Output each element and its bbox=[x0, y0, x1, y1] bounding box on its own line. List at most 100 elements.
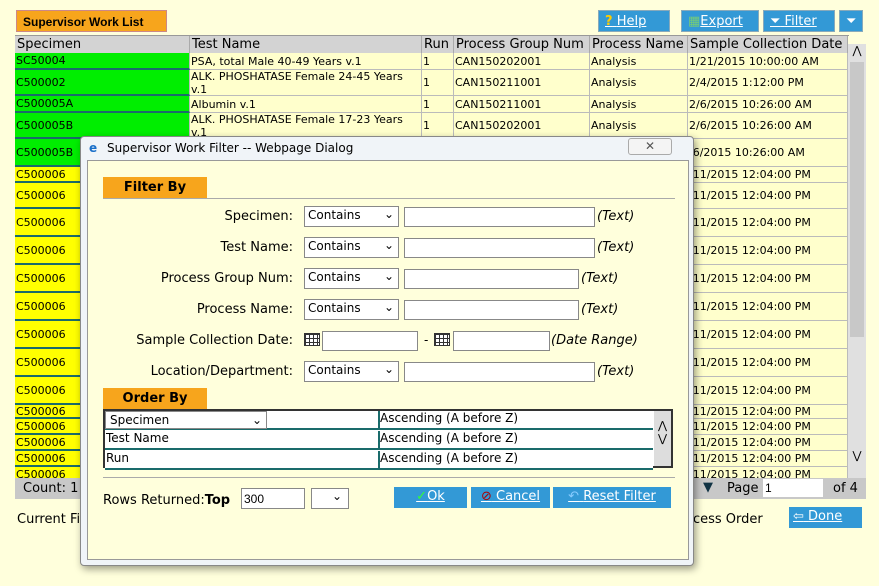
quick-filter-button[interactable]: ⏷ bbox=[839, 10, 863, 32]
column-header[interactable]: Sample Collection Date bbox=[688, 36, 848, 53]
specimen-cell[interactable]: C500002 bbox=[15, 70, 190, 96]
column-header[interactable]: Specimen bbox=[15, 36, 190, 53]
date-from-input[interactable] bbox=[322, 331, 418, 351]
field-label: Process Name: bbox=[196, 302, 293, 317]
cancel-button[interactable]: ⊘ Cancel bbox=[471, 487, 550, 508]
chevron-down-icon: ⌄ bbox=[383, 362, 394, 376]
field-label: Specimen: bbox=[224, 209, 293, 224]
field-hint: (Text) bbox=[597, 364, 635, 379]
calendar-icon[interactable] bbox=[434, 333, 450, 346]
operator-select[interactable]: Contains ⌄ bbox=[304, 299, 399, 320]
page-dropdown-icon[interactable]: ▼ bbox=[703, 480, 713, 495]
specimen-cell[interactable]: SC50004 bbox=[15, 53, 190, 70]
table-cell: /11/2015 12:04:00 PM bbox=[688, 467, 848, 478]
table-cell: Analysis bbox=[590, 53, 688, 70]
scroll-down-icon[interactable]: ⋁ bbox=[654, 432, 671, 445]
export-label: Export bbox=[700, 14, 743, 29]
table-cell: CAN150211001 bbox=[454, 96, 590, 113]
help-icon: ? bbox=[605, 14, 613, 29]
page-input[interactable] bbox=[763, 479, 823, 497]
table-cell: /11/2015 12:04:00 PM bbox=[688, 405, 848, 419]
close-icon: ✕ bbox=[644, 139, 656, 153]
funnel-icon: ⏷ bbox=[846, 14, 857, 29]
table-cell: 1/21/2015 10:00:00 AM bbox=[688, 53, 848, 70]
scroll-up-icon[interactable]: ⋀ bbox=[654, 419, 671, 432]
back-arrow-icon: ⇦ bbox=[793, 509, 804, 524]
filter-input[interactable] bbox=[404, 300, 579, 320]
table-cell: Analysis bbox=[590, 70, 688, 96]
table-cell: CAN150211001 bbox=[454, 70, 590, 96]
filter-input[interactable] bbox=[404, 207, 595, 227]
table-cell: /11/2015 12:04:00 PM bbox=[688, 435, 848, 451]
table-cell: /11/2015 12:04:00 PM bbox=[688, 265, 848, 293]
divider bbox=[103, 198, 675, 199]
filter-input[interactable] bbox=[404, 362, 595, 382]
field-label: Sample Collection Date: bbox=[136, 333, 293, 348]
close-button[interactable]: ✕ bbox=[628, 138, 672, 155]
operator-select[interactable]: Contains ⌄ bbox=[304, 268, 399, 289]
reset-filter-button[interactable]: ↶ Reset Filter bbox=[553, 487, 671, 508]
operator-select[interactable]: Contains ⌄ bbox=[304, 361, 399, 382]
export-button[interactable]: ▦Export bbox=[681, 10, 759, 32]
table-cell: /11/2015 12:04:00 PM bbox=[688, 349, 848, 377]
column-header[interactable]: Process Group Num bbox=[454, 36, 590, 53]
order-field-select[interactable]: Specimen ⌄ bbox=[105, 411, 267, 429]
chevron-down-icon: ⌄ bbox=[331, 489, 342, 503]
order-scrollbar[interactable]: ⋀ ⋁ bbox=[654, 411, 671, 466]
cancel-label: Cancel bbox=[496, 489, 541, 504]
field-label: Process Group Num: bbox=[160, 271, 293, 286]
table-cell: Albumin v.1 bbox=[190, 96, 422, 113]
scroll-thumb[interactable] bbox=[850, 62, 864, 337]
current-filter-label: Current Fi bbox=[17, 512, 81, 527]
column-header[interactable]: Run bbox=[422, 36, 454, 53]
done-button[interactable]: ⇦ Done bbox=[789, 507, 862, 528]
scroll-down-icon[interactable]: ⋁ bbox=[848, 449, 866, 462]
operator-select[interactable]: Contains ⌄ bbox=[304, 237, 399, 258]
excel-icon: ▦ bbox=[688, 14, 701, 29]
chevron-down-icon: ⌄ bbox=[251, 413, 262, 427]
table-cell: 2/6/2015 10:26:00 AM bbox=[688, 96, 848, 113]
field-hint: (Text) bbox=[597, 240, 635, 255]
calendar-icon[interactable] bbox=[304, 333, 320, 346]
funnel-icon: ⏷ bbox=[770, 14, 781, 29]
filter-button[interactable]: ⏷ Filter bbox=[763, 10, 835, 32]
table-cell: /11/2015 12:04:00 PM bbox=[688, 237, 848, 265]
table-scrollbar[interactable]: ⋀ ⋁ bbox=[848, 44, 866, 478]
date-to-input[interactable] bbox=[453, 331, 550, 351]
cancel-icon: ⊘ bbox=[480, 489, 492, 504]
filter-input[interactable] bbox=[404, 238, 595, 258]
field-hint: (Text) bbox=[597, 209, 635, 224]
help-button[interactable]: ? Help bbox=[598, 10, 670, 32]
field-label: Location/Department: bbox=[150, 364, 293, 379]
order-direction[interactable]: Ascending (A before Z) bbox=[378, 411, 653, 430]
dialog-title: Supervisor Work Filter -- Webpage Dialog bbox=[107, 141, 354, 155]
field-label: Test Name: bbox=[220, 240, 293, 255]
ok-button[interactable]: ✓Ok bbox=[394, 487, 467, 508]
page-title: Supervisor Work List bbox=[16, 10, 167, 32]
operator-select[interactable]: Contains ⌄ bbox=[304, 206, 399, 227]
count-label: Count: 1 bbox=[23, 481, 79, 496]
table-cell: /11/2015 12:04:00 PM bbox=[688, 451, 848, 467]
top-rows-input[interactable] bbox=[241, 488, 305, 509]
order-field[interactable]: Specimen ⌄ bbox=[105, 411, 378, 430]
top-rows-select[interactable]: ⌄ bbox=[311, 488, 349, 509]
column-header[interactable]: Test Name bbox=[190, 36, 422, 53]
ie-icon: e bbox=[89, 141, 98, 155]
order-field[interactable]: Test Name bbox=[105, 431, 378, 450]
order-direction[interactable]: Ascending (A before Z) bbox=[378, 451, 653, 470]
order-direction[interactable]: Ascending (A before Z) bbox=[378, 431, 653, 450]
table-cell: /11/2015 12:04:00 PM bbox=[688, 293, 848, 321]
page-total: of 4 bbox=[833, 481, 858, 496]
filter-input[interactable] bbox=[404, 269, 579, 289]
order-by-grid: Specimen ⌄ Ascending (A before Z) Test Name… bbox=[103, 409, 673, 470]
process-order-label: ocess Order bbox=[685, 512, 763, 527]
reset-label: Reset Filter bbox=[583, 489, 656, 504]
filter-by-tab: Filter By bbox=[103, 177, 207, 198]
table-cell: CAN150202001 bbox=[454, 53, 590, 70]
specimen-cell[interactable]: C500005A bbox=[15, 96, 190, 113]
chevron-down-icon: ⌄ bbox=[383, 207, 394, 221]
column-header[interactable]: Process Name bbox=[590, 36, 688, 53]
order-field[interactable]: Run bbox=[105, 451, 378, 470]
scroll-up-icon[interactable]: ⋀ bbox=[848, 44, 866, 57]
chevron-down-icon: ⌄ bbox=[383, 269, 394, 283]
